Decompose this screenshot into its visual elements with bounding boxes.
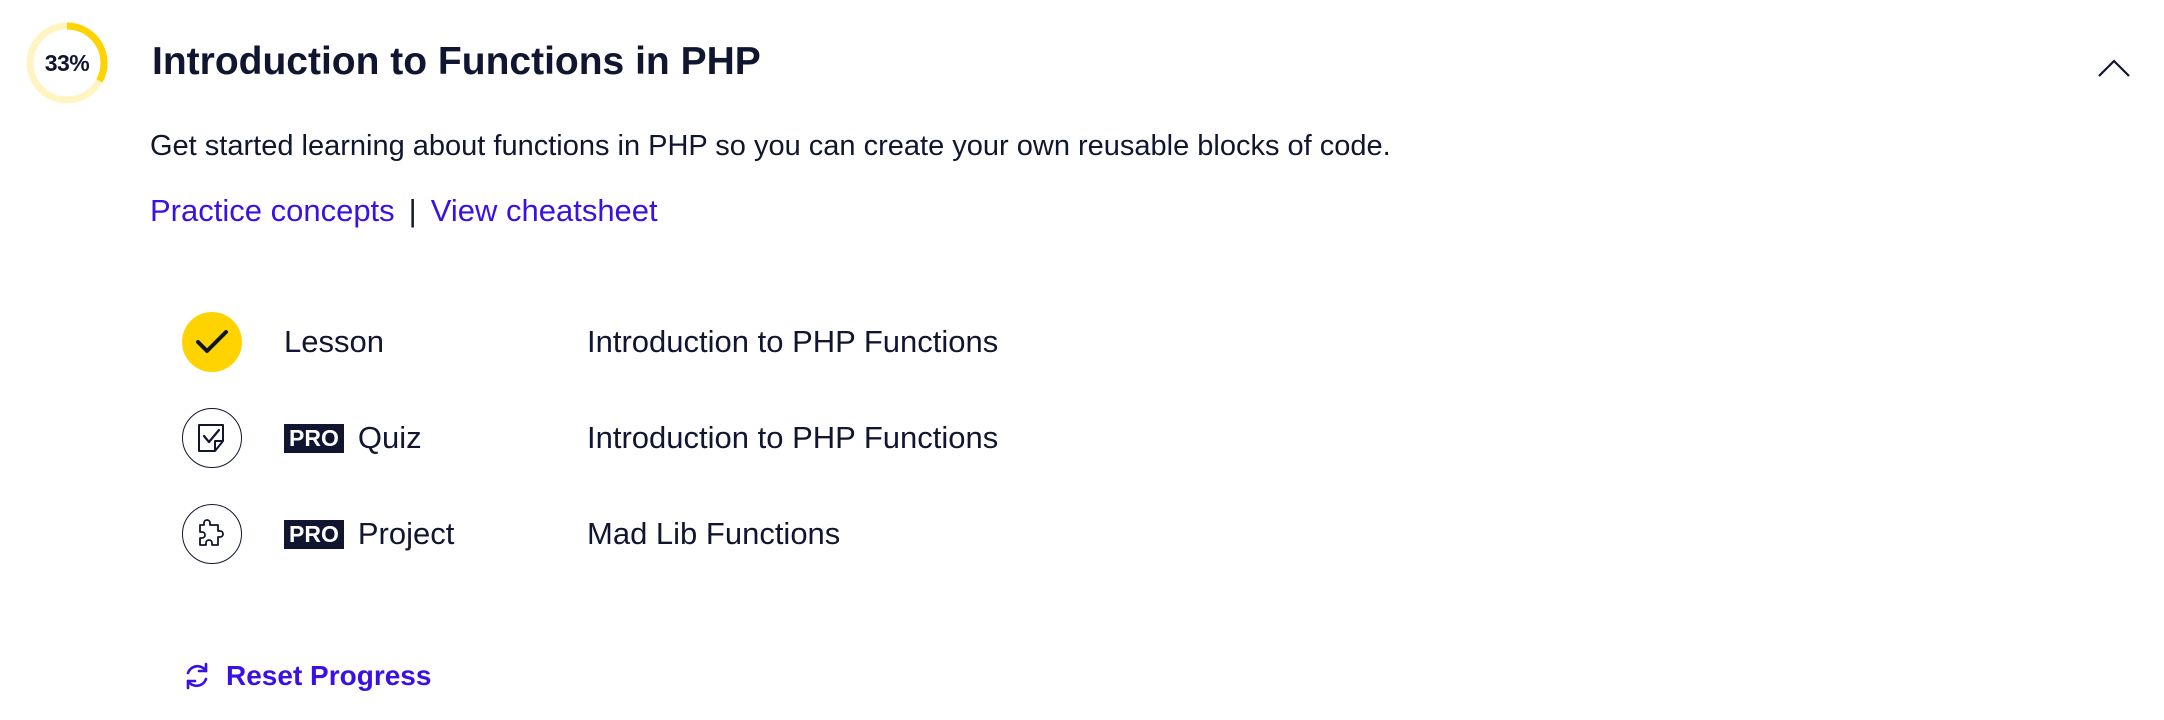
quiz-badge bbox=[182, 408, 242, 468]
checkmark-icon bbox=[196, 330, 228, 353]
content-title: Introduction to PHP Functions bbox=[587, 420, 999, 455]
completed-badge bbox=[182, 312, 242, 372]
reset-progress-button[interactable]: Reset Progress bbox=[182, 656, 431, 696]
puzzle-icon bbox=[199, 519, 224, 546]
content-row-lesson[interactable]: Lesson Introduction to PHP Functions bbox=[182, 312, 1282, 372]
module-description: Get started learning about functions in … bbox=[150, 130, 1391, 162]
content-type-text: Project bbox=[357, 516, 455, 551]
link-separator: | bbox=[408, 193, 417, 228]
pro-badge: PRO bbox=[284, 519, 344, 549]
module-links: Practice concepts | View cheatsheet bbox=[150, 190, 658, 232]
content-row-project[interactable]: PRO Project Mad Lib Functions bbox=[182, 504, 1282, 564]
module-title: Introduction to Functions in PHP bbox=[152, 40, 761, 83]
collapse-button[interactable] bbox=[2092, 46, 2136, 90]
progress-ring: 33% bbox=[26, 22, 108, 104]
content-type-text: Quiz bbox=[357, 420, 422, 455]
content-type-text: Lesson bbox=[284, 324, 384, 359]
practice-concepts-link[interactable]: Practice concepts bbox=[150, 193, 395, 228]
pro-badge: PRO bbox=[284, 423, 344, 453]
content-type-label: Lesson bbox=[284, 312, 384, 372]
refresh-icon bbox=[186, 662, 208, 690]
progress-percent: 33% bbox=[44, 49, 90, 76]
content-title: Mad Lib Functions bbox=[587, 516, 841, 551]
quiz-icon bbox=[198, 424, 224, 452]
reset-progress-label: Reset Progress bbox=[226, 660, 432, 691]
content-title: Introduction to PHP Functions bbox=[587, 324, 999, 359]
view-cheatsheet-link[interactable]: View cheatsheet bbox=[431, 193, 658, 228]
project-badge bbox=[182, 504, 242, 564]
chevron-up-icon bbox=[2098, 59, 2130, 77]
content-type-label: PRO Quiz bbox=[284, 408, 422, 468]
module-section: 33% Introduction to Functions in PHP Get… bbox=[0, 0, 2164, 720]
content-row-quiz[interactable]: PRO Quiz Introduction to PHP Functions bbox=[182, 408, 1282, 468]
content-type-label: PRO Project bbox=[284, 504, 454, 564]
